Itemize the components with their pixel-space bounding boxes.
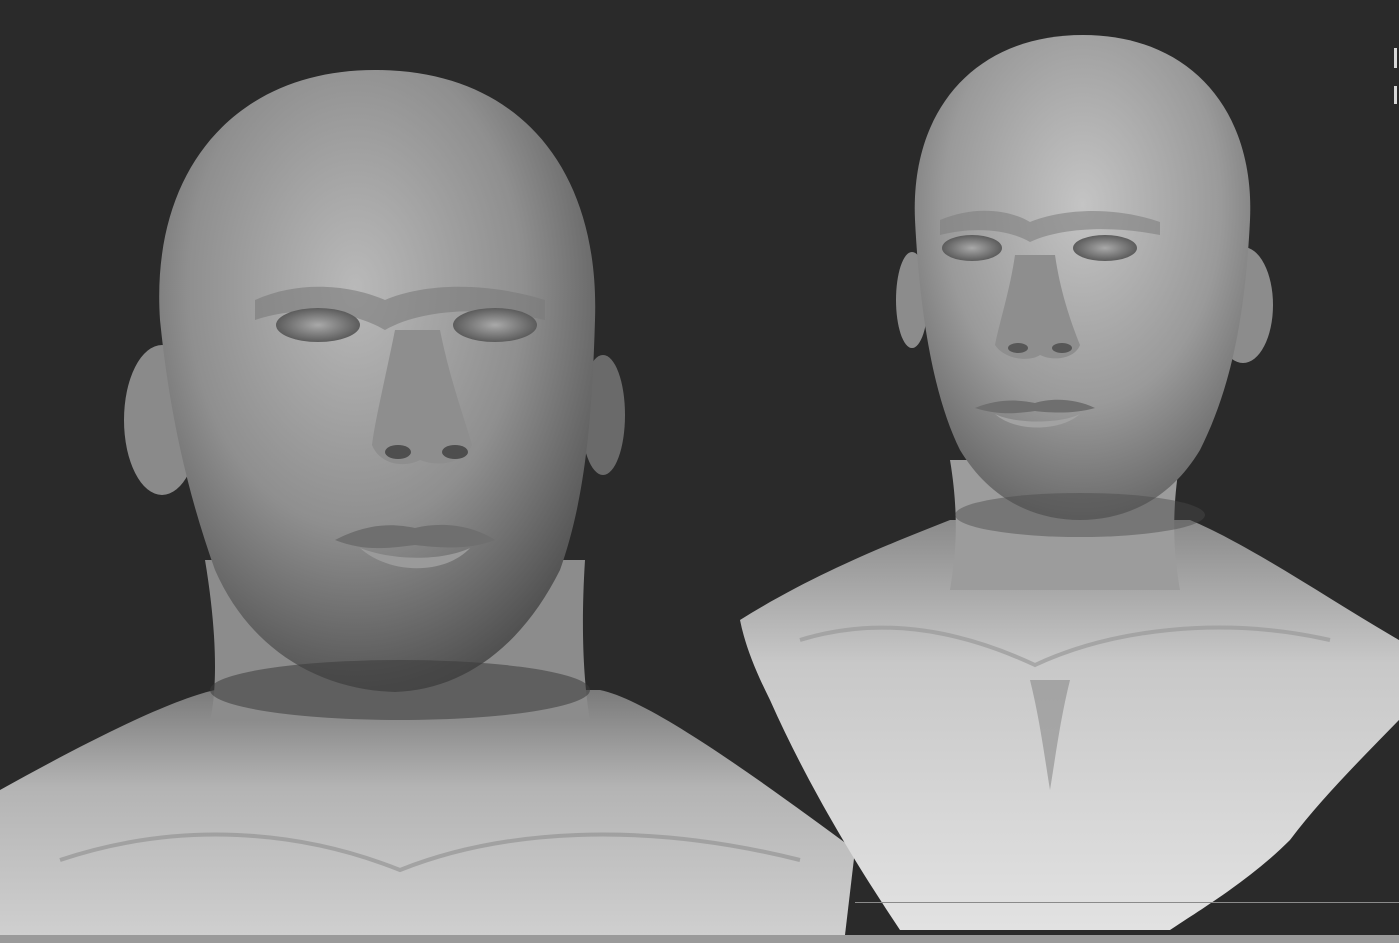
right-eye-left (942, 235, 1002, 261)
sculpt-canvas[interactable] (0, 0, 1399, 943)
left-jaw-shadow (210, 660, 590, 720)
left-nostril-left (385, 445, 411, 459)
right-nostril-right (1052, 343, 1072, 353)
edge-mark-top (1394, 48, 1397, 68)
right-eye-right (1073, 235, 1137, 261)
edge-mark-bottom (1394, 86, 1397, 104)
left-eye-right (453, 308, 537, 342)
left-eye-left (276, 308, 360, 342)
bust-model[interactable] (740, 35, 1399, 930)
left-nostril-right (442, 445, 468, 459)
head-closeup-model[interactable] (0, 70, 855, 935)
right-jaw-shadow (955, 493, 1205, 537)
right-head (914, 35, 1251, 520)
floor-guide-line (855, 902, 1399, 903)
viewport-edge-widget[interactable] (1392, 48, 1399, 108)
left-shoulders (0, 690, 855, 935)
right-nostril-left (1008, 343, 1028, 353)
bottom-status-strip (0, 935, 1399, 943)
sculpt-viewport[interactable] (0, 0, 1399, 943)
